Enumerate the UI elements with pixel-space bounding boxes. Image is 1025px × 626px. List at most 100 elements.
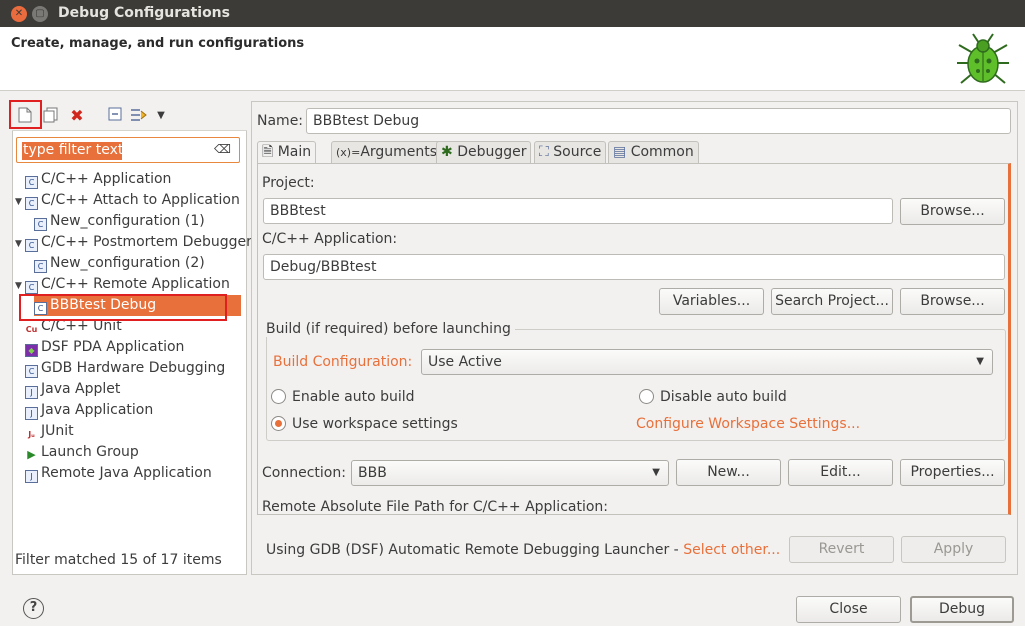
select-other-link[interactable]: Select other... bbox=[683, 542, 780, 558]
filter-config-icon[interactable] bbox=[130, 107, 148, 125]
c-icon: C bbox=[34, 218, 47, 231]
tree-item[interactable]: C New_configuration (1) bbox=[34, 211, 205, 232]
disable-auto-build-radio[interactable] bbox=[639, 389, 654, 404]
filter-box[interactable]: ⌫ bbox=[16, 137, 240, 163]
tab-main[interactable]: 🗎 Main bbox=[257, 141, 317, 164]
chevron-down-icon: ▼ bbox=[976, 356, 984, 367]
junit-icon: Jᵤ bbox=[28, 430, 35, 439]
browse-application-button[interactable]: Browse... bbox=[900, 288, 1005, 315]
tree-item-label: New_configuration (2) bbox=[50, 255, 205, 271]
c-icon: C bbox=[25, 365, 38, 378]
tree-item-label: JUnit bbox=[41, 423, 74, 439]
build-configuration-label: Build Configuration: bbox=[273, 354, 413, 370]
source-tab-icon: ⛶ bbox=[539, 144, 549, 160]
tab-source[interactable]: ⛶ Source bbox=[534, 141, 607, 163]
c-icon: C bbox=[25, 197, 38, 210]
project-input[interactable]: BBBtest bbox=[263, 198, 893, 224]
tree-item-label: New_configuration (1) bbox=[50, 213, 205, 229]
filter-input[interactable] bbox=[21, 140, 211, 160]
tree-item-label: Java Application bbox=[41, 402, 154, 418]
connection-select[interactable]: BBB ▼ bbox=[351, 460, 669, 486]
use-workspace-settings-radio[interactable] bbox=[271, 416, 286, 431]
application-label: C/C++ Application: bbox=[262, 231, 398, 247]
tab-debugger[interactable]: ✱ Debugger bbox=[436, 141, 532, 163]
tree-item-label: C/C++ Application bbox=[41, 171, 172, 187]
tree-item[interactable]: Jᵤ JUnit bbox=[15, 421, 74, 442]
connection-properties-button[interactable]: Properties... bbox=[900, 459, 1005, 486]
tree-item[interactable]: C GDB Hardware Debugging bbox=[15, 358, 225, 379]
tree-item[interactable]: J Java Applet bbox=[15, 379, 120, 400]
enable-auto-build-label: Enable auto build bbox=[292, 389, 415, 405]
enable-auto-build-radio[interactable] bbox=[271, 389, 286, 404]
tree-item-label: C/C++ Attach to Application bbox=[41, 192, 240, 208]
tree-item-label: C/C++ Postmortem Debugger bbox=[41, 234, 252, 250]
debug-button[interactable]: Debug bbox=[910, 596, 1014, 623]
close-window-icon[interactable]: ✕ bbox=[11, 6, 27, 22]
debugger-tab-icon: ✱ bbox=[441, 144, 453, 160]
browse-project-button[interactable]: Browse... bbox=[900, 198, 1005, 225]
banner-heading: Create, manage, and run configurations bbox=[11, 36, 305, 51]
c-icon: C bbox=[25, 176, 38, 189]
tab-common[interactable]: ▤ Common bbox=[608, 141, 699, 163]
connection-label: Connection: bbox=[262, 465, 346, 481]
c-icon: C bbox=[34, 260, 47, 273]
remote-path-label: Remote Absolute File Path for C/C++ Appl… bbox=[262, 499, 609, 515]
bug-icon bbox=[957, 33, 1009, 84]
java-app-icon: J bbox=[25, 407, 38, 420]
collapse-all-icon[interactable] bbox=[106, 107, 124, 125]
apply-button[interactable]: Apply bbox=[901, 536, 1006, 563]
tree-item[interactable]: C C/C++ Application bbox=[15, 169, 171, 190]
application-input[interactable]: Debug/BBBtest bbox=[263, 254, 1005, 280]
project-label: Project: bbox=[262, 175, 315, 191]
c-icon: C bbox=[25, 239, 38, 252]
launcher-info: Using GDB (DSF) Automatic Remote Debuggi… bbox=[266, 542, 781, 558]
build-configuration-select[interactable]: Use Active ▼ bbox=[421, 349, 993, 375]
arguments-tab-icon: (x)= bbox=[336, 146, 361, 159]
tree-item[interactable]: ▶ Launch Group bbox=[15, 442, 139, 463]
close-button[interactable]: Close bbox=[796, 596, 901, 623]
dsf-icon: ◆ bbox=[25, 344, 38, 357]
config-toolbar: ✖ ▼ bbox=[12, 101, 247, 131]
tree-item[interactable]: ▼ C C/C++ Remote Application bbox=[15, 274, 230, 295]
name-label: Name: bbox=[257, 113, 304, 129]
delete-config-icon[interactable]: ✖ bbox=[68, 107, 86, 125]
tab-arguments[interactable]: (x)=Arguments bbox=[331, 141, 443, 163]
disable-auto-build-label: Disable auto build bbox=[660, 389, 787, 405]
tree-item[interactable]: ▼ C C/C++ Postmortem Debugger bbox=[15, 232, 252, 253]
maximize-window-icon[interactable]: ▢ bbox=[32, 6, 48, 22]
remote-java-icon: J bbox=[25, 470, 38, 483]
new-connection-button[interactable]: New... bbox=[676, 459, 781, 486]
c-icon: C bbox=[25, 281, 38, 294]
common-tab-icon: ▤ bbox=[613, 144, 627, 160]
search-project-button[interactable]: Search Project... bbox=[771, 288, 893, 315]
title-bar: ✕ ▢ Debug Configurations bbox=[0, 0, 1025, 27]
name-input[interactable]: BBBtest Debug bbox=[306, 108, 1011, 134]
window-title: Debug Configurations bbox=[58, 5, 230, 21]
selected-config-highlight bbox=[19, 294, 227, 321]
revert-button[interactable]: Revert bbox=[789, 536, 894, 563]
tree-item-label: DSF PDA Application bbox=[41, 339, 185, 355]
tree-item[interactable]: ▼ C C/C++ Attach to Application bbox=[15, 190, 240, 211]
duplicate-config-icon[interactable] bbox=[42, 107, 60, 125]
chevron-down-icon: ▼ bbox=[652, 467, 660, 478]
view-menu-chevron-down-icon[interactable]: ▼ bbox=[152, 107, 170, 125]
tree-item-label: C/C++ Remote Application bbox=[41, 276, 230, 292]
tree-item[interactable]: ◆ DSF PDA Application bbox=[15, 337, 184, 358]
tree-item-label: Remote Java Application bbox=[41, 465, 212, 481]
filter-status: Filter matched 15 of 17 items bbox=[15, 552, 222, 568]
tree-item[interactable]: J Java Application bbox=[15, 400, 153, 421]
expand-arrow-icon[interactable]: ▼ bbox=[15, 192, 25, 213]
main-tab-icon: 🗎 bbox=[262, 144, 274, 160]
configure-workspace-link[interactable]: Configure Workspace Settings... bbox=[636, 416, 860, 432]
java-applet-icon: J bbox=[25, 386, 38, 399]
tree-item-label: Launch Group bbox=[41, 444, 139, 460]
expand-arrow-icon[interactable]: ▼ bbox=[15, 234, 25, 255]
tree-item[interactable]: C New_configuration (2) bbox=[34, 253, 205, 274]
launch-group-icon: ▶ bbox=[27, 448, 36, 461]
clear-filter-icon[interactable]: ⌫ bbox=[214, 142, 231, 156]
edit-connection-button[interactable]: Edit... bbox=[788, 459, 893, 486]
help-icon[interactable]: ? bbox=[23, 598, 44, 619]
variables-button[interactable]: Variables... bbox=[659, 288, 764, 315]
tree-item[interactable]: J Remote Java Application bbox=[15, 463, 212, 484]
use-workspace-settings-label: Use workspace settings bbox=[292, 416, 458, 432]
